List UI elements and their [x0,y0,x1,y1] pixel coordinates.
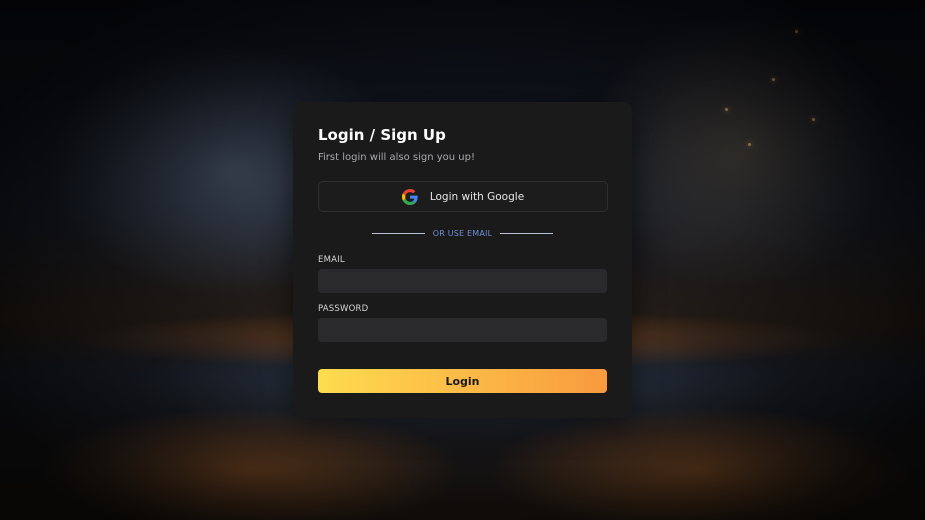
login-with-google-button[interactable]: Login with Google [318,181,608,212]
google-icon [401,188,418,205]
login-button[interactable]: Login [318,369,607,393]
or-divider: OR USE EMAIL [318,226,607,240]
email-field[interactable] [318,269,607,293]
divider-line-left [371,232,425,234]
email-label: EMAIL [318,255,345,265]
page-subtitle: First login will also sign you up! [318,152,475,163]
page-title: Login / Sign Up [318,126,446,144]
divider-text: OR USE EMAIL [432,228,493,238]
password-label: PASSWORD [318,304,369,314]
password-field[interactable] [318,318,607,342]
divider-line-right [500,232,554,234]
login-card: Login / Sign Up First login will also si… [293,102,632,418]
login-with-google-label: Login with Google [429,190,525,203]
